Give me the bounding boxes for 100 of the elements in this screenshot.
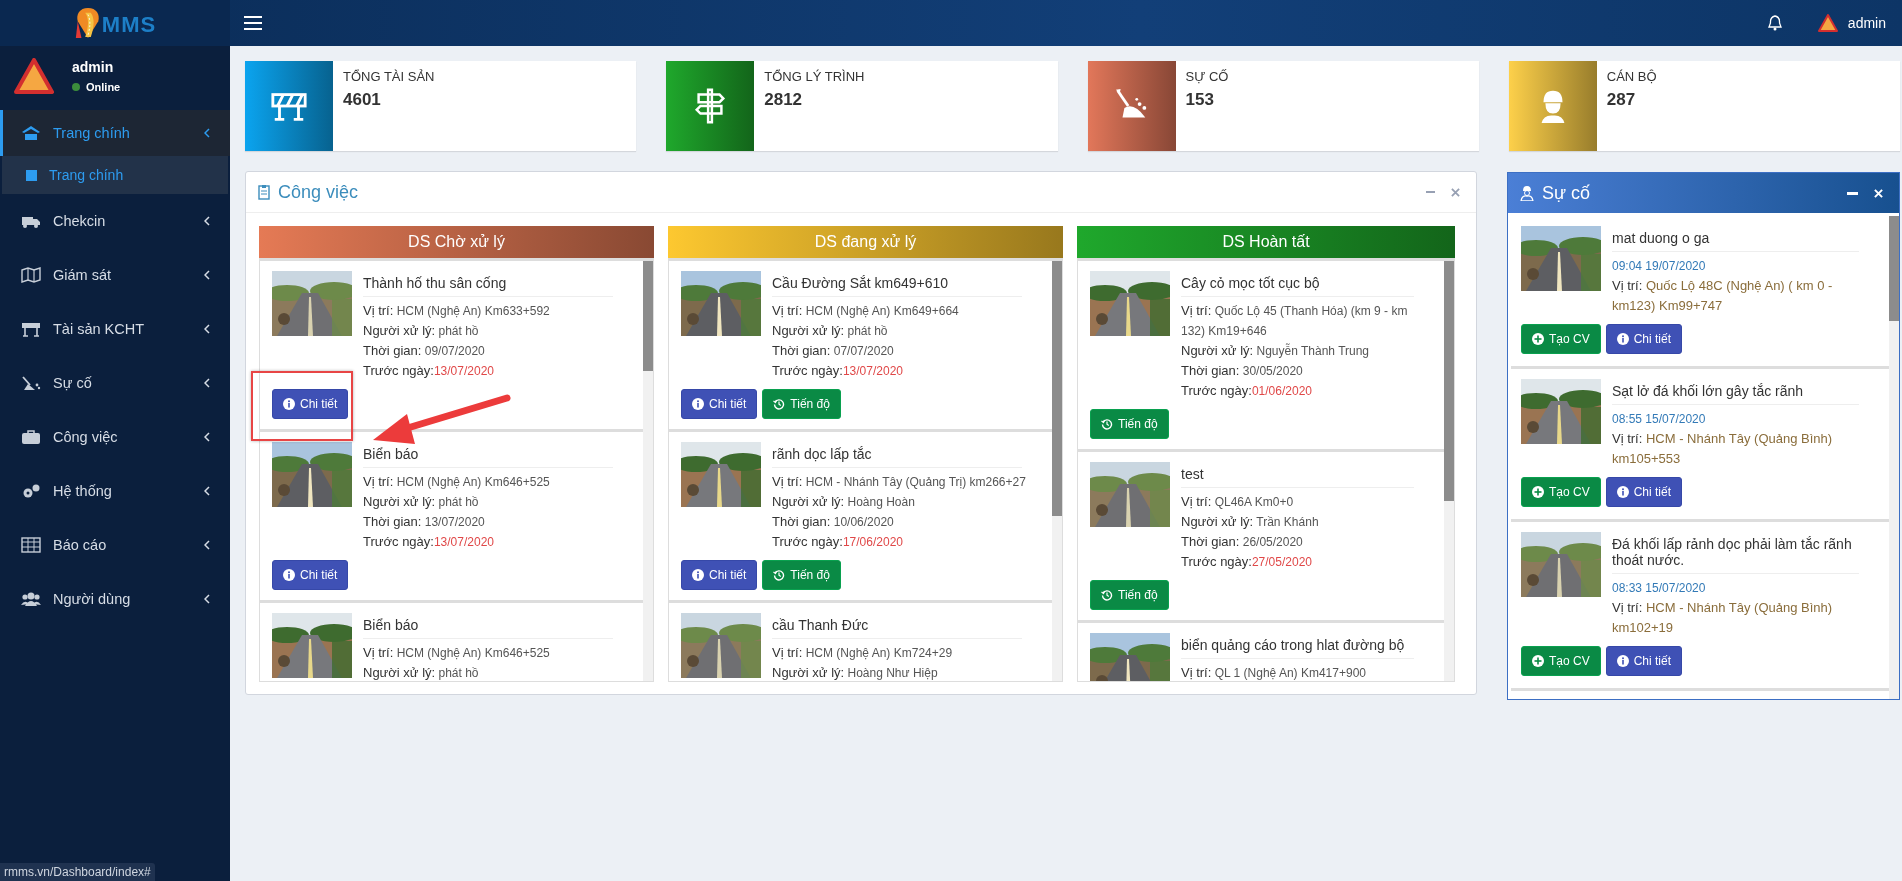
panel-title: Sự cố [1542, 182, 1591, 204]
task-title: Biển báo [363, 613, 613, 639]
task-detail: Người xử lý: Hoàng Như Hiệp [772, 664, 939, 681]
detail-button[interactable]: Chi tiết [1605, 646, 1683, 676]
home-icon [21, 125, 41, 141]
submenu-item[interactable]: Trang chính [2, 156, 228, 194]
detail-button[interactable]: Chi tiết [1605, 324, 1683, 354]
task-detail: Thời gian: 09/07/2020 [363, 342, 486, 360]
task-detail: Người xử lý: phát hồ [772, 322, 889, 340]
info-icon [283, 569, 295, 581]
task-title: biển quảng cáo trong hlat đường bộ [1181, 633, 1414, 659]
scrollbar[interactable] [1444, 261, 1454, 501]
task-title: cầu Thanh Đức [772, 613, 1022, 639]
history-icon [773, 569, 786, 581]
gears-icon [21, 483, 41, 499]
chevron-left-icon [204, 378, 210, 388]
detail-button[interactable]: Chi tiết [681, 560, 758, 590]
stat-value: 2812 [764, 90, 804, 110]
sidebar-item[interactable]: Tài sản KCHT [0, 302, 230, 356]
create-task-button[interactable]: Tạo CV [1521, 324, 1601, 354]
briefcase-icon [21, 429, 41, 445]
sidebar-item[interactable]: Sự cố [0, 356, 230, 410]
task-title: Cây cỏ mọc tốt cục bộ [1181, 271, 1414, 297]
sidebar-item[interactable]: Hệ thống [0, 464, 230, 518]
sidebar-item[interactable]: Giám sát [0, 248, 230, 302]
info-icon [1616, 333, 1629, 345]
info-icon [1616, 486, 1629, 498]
stat-value: 153 [1185, 90, 1215, 110]
incident-time: 08:55 15/07/2020 [1612, 411, 1707, 428]
task-detail: Vị trí: QL46A Km0+0 [1181, 493, 1295, 511]
sidebar-item[interactable]: Chekcin [0, 194, 230, 248]
create-task-button[interactable]: Tạo CV [1521, 646, 1601, 676]
task-detail: Thời gian: 26/05/2020 [1181, 533, 1304, 551]
task-deadline: Trước ngày:17/06/2020 [772, 533, 904, 551]
menu-icon[interactable] [244, 16, 262, 30]
info-icon [283, 398, 295, 410]
progress-button[interactable]: Tiến độ [762, 560, 841, 590]
stat-label: CÁN BỘ [1606, 69, 1657, 84]
task-deadline: Trước ngày:01/06/2020 [1181, 382, 1313, 400]
incident-location: Vị trí: HCM - Nhánh Tây (Quảng Bình) km105+553 [1612, 430, 1834, 468]
scrollbar[interactable] [1052, 261, 1062, 516]
progress-button[interactable]: Tiến độ [1090, 409, 1169, 439]
barrier-icon [21, 321, 41, 337]
warning-triangle-avatar-icon [1817, 14, 1838, 32]
history-icon [773, 398, 786, 410]
online-status-dot [72, 83, 80, 91]
plus-circle-icon [1532, 655, 1544, 667]
task-title: test [1181, 462, 1414, 488]
plus-circle-icon [1532, 333, 1544, 345]
task-deadline: Trước ngày:13/07/2020 [772, 362, 904, 380]
chevron-left-icon [204, 540, 210, 550]
chevron-left-icon [204, 270, 210, 280]
chevron-left-icon [204, 216, 210, 226]
chevron-left-icon [204, 486, 210, 496]
bell-icon[interactable] [1767, 15, 1782, 31]
task-title: Cầu Đường Sắt km649+610 [772, 271, 1022, 297]
users-icon [21, 591, 41, 607]
scrollbar[interactable] [1889, 216, 1899, 321]
user-name: admin [72, 59, 115, 75]
incident-title: mat duong o ga [1612, 226, 1859, 252]
task-deadline: Trước ngày:27/05/2020 [1181, 553, 1313, 571]
info-icon [1616, 655, 1629, 667]
user-name[interactable]: admin [1847, 15, 1886, 31]
detail-button[interactable]: Chi tiết [272, 389, 349, 419]
sidebar-item[interactable]: Trang chính [0, 110, 230, 156]
scrollbar[interactable] [643, 261, 653, 371]
stat-label: SỰ CỐ [1185, 69, 1229, 84]
sidebar-item[interactable]: Người dùng [0, 572, 230, 626]
task-detail: Người xử lý: Hoàng Hoàn [772, 493, 916, 511]
worker-icon [1520, 185, 1534, 201]
clipboard-icon [258, 184, 270, 200]
task-detail: Vị trí: HCM (Nghệ An) Km633+592 [363, 302, 551, 320]
task-detail: Người xử lý: Nguyễn Thành Trung [1181, 342, 1371, 360]
chevron-left-icon [204, 432, 210, 442]
create-task-button[interactable]: Tạo CV [1521, 477, 1601, 507]
detail-button[interactable]: Chi tiết [272, 560, 349, 590]
incident-location: Vị trí: Quốc Lộ 48C (Nghệ An) ( km 0 - km123) Km99+747 [1612, 277, 1834, 315]
history-icon [1101, 418, 1113, 430]
progress-button[interactable]: Tiến độ [762, 389, 841, 419]
column-header: DS Hoàn tất [1077, 226, 1455, 258]
chevron-left-icon [204, 324, 210, 334]
status-bar-url: rmms.vn/Dashboard/index# [0, 863, 155, 881]
task-detail: Người xử lý: phát hồ [363, 322, 480, 340]
incident-time: 09:04 19/07/2020 [1612, 258, 1707, 275]
task-detail: Vị trí: QL 1 (Nghệ An) Km417+900 [1181, 664, 1367, 681]
task-title: Thành hố thu sân cống [363, 271, 613, 297]
sidebar-item[interactable]: Báo cáo [0, 518, 230, 572]
map-icon [21, 267, 41, 283]
history-icon [1101, 589, 1113, 601]
panel-title: Công việc [278, 181, 359, 203]
detail-button[interactable]: Chi tiết [681, 389, 758, 419]
sidebar-item[interactable]: Công việc [0, 410, 230, 464]
task-title: rãnh dọc lấp tắc [772, 442, 1022, 468]
incident-time: 08:33 15/07/2020 [1612, 580, 1707, 597]
task-detail: Vị trí: HCM (Nghệ An) Km646+525 [363, 644, 551, 662]
task-detail: Vị trí: HCM - Nhánh Tây (Quảng Trị) km266+27 [772, 473, 1027, 491]
progress-button[interactable]: Tiến độ [1090, 580, 1169, 610]
task-detail: Vị trí: HCM (Nghệ An) Km724+29 [772, 644, 954, 662]
detail-button[interactable]: Chi tiết [1605, 477, 1683, 507]
stat-value: 4601 [343, 90, 382, 110]
